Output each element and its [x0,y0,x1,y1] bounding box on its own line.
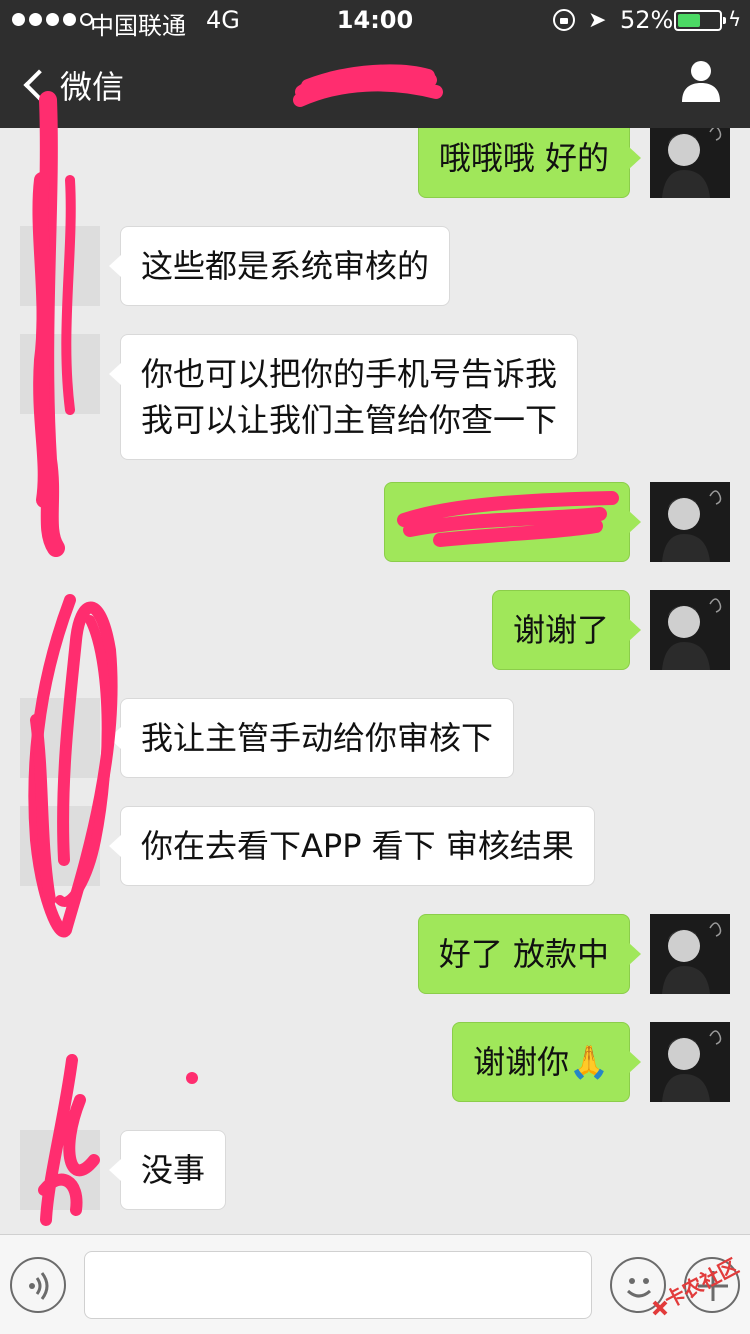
chevron-left-icon [23,69,55,101]
status-bar: 中国联通 4G 14:00 ➤ 52% ϟ [0,0,750,40]
voice-input-button[interactable] [10,1257,66,1313]
contact-avatar[interactable] [20,334,100,414]
message-bubble-received[interactable]: 没事 [108,1130,227,1210]
message-bubble-sent[interactable]: 谢谢了 [491,590,642,670]
input-bar [0,1234,750,1334]
contact-avatar[interactable] [20,806,100,886]
charging-bolt-icon: ϟ [728,7,742,31]
message-bubble-sent[interactable]: 哦哦哦 好的 [417,128,642,198]
my-avatar[interactable] [650,914,730,994]
my-avatar[interactable] [650,482,730,562]
location-arrow-icon: ➤ [588,8,607,33]
contact-profile-icon[interactable] [682,60,720,102]
message-list[interactable]: 哦哦哦 好的 这些都是系统审核的 你也可以把你的手机号告诉我 我可以让我们主管给… [0,128,750,1234]
message-bubble-sent-redacted[interactable] [384,482,641,562]
contact-avatar[interactable] [20,226,100,306]
my-avatar[interactable] [650,128,730,198]
voice-wave-icon [29,1272,49,1300]
battery-icon [674,10,726,31]
message-bubble-received[interactable]: 你也可以把你的手机号告诉我 我可以让我们主管给你查一下 [108,334,579,460]
nav-bar: 微信 [0,40,750,128]
back-label: 微信 [60,68,125,106]
contact-avatar[interactable] [20,1130,100,1210]
battery-percent: 52% [620,6,674,34]
my-avatar[interactable] [650,1022,730,1102]
message-input[interactable] [84,1251,592,1319]
message-bubble-sent[interactable]: 好了 放款中 [417,914,642,994]
rotation-lock-icon [553,9,575,31]
back-button[interactable]: 微信 [18,62,124,108]
svg-text:卡农社区: 卡农社区 [661,1254,743,1313]
top-bar: 中国联通 4G 14:00 ➤ 52% ϟ 微信 [0,0,750,128]
kanong-watermark-logo: 卡农社区 [652,1254,743,1316]
message-bubble-received[interactable]: 我让主管手动给你审核下 [108,698,515,778]
message-bubble-received[interactable]: 这些都是系统审核的 [108,226,451,306]
contact-avatar[interactable] [20,698,100,778]
message-bubble-received[interactable]: 你在去看下APP 看下 审核结果 [109,806,595,886]
message-bubble-sent[interactable]: 谢谢你🙏 [452,1022,641,1102]
my-avatar[interactable] [650,590,730,670]
